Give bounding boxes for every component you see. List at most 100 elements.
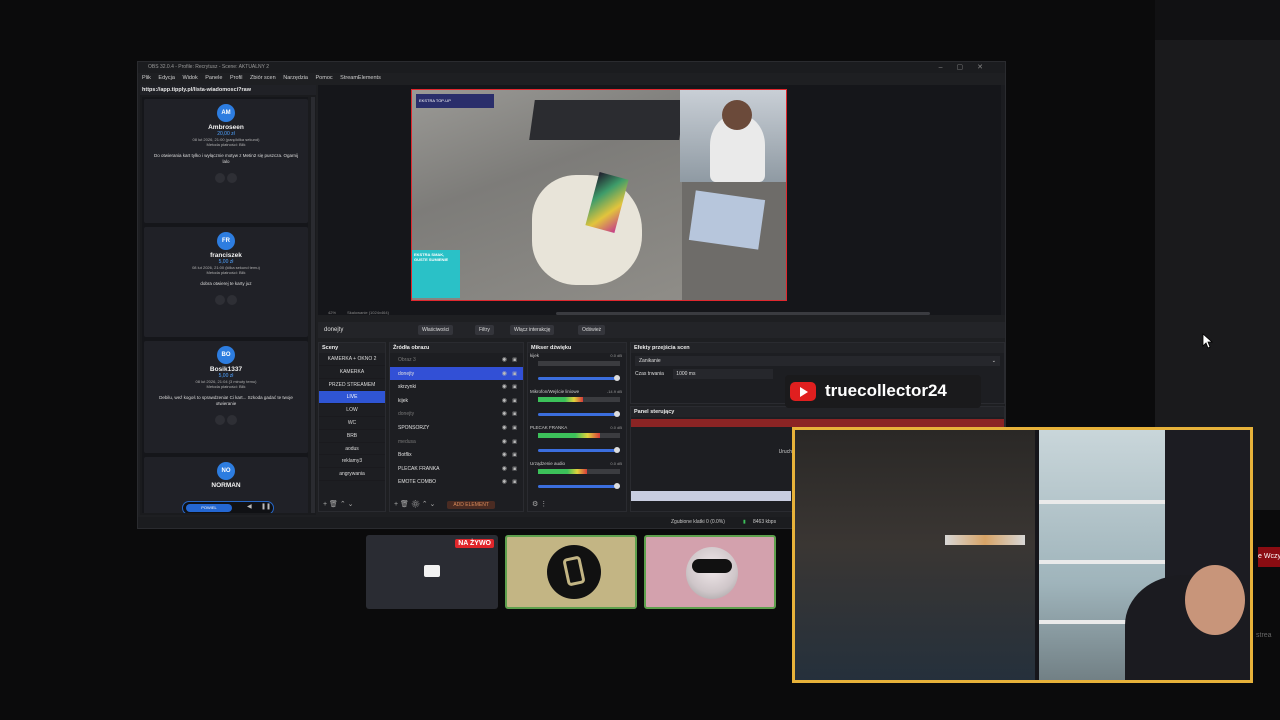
preview-hscrollbar[interactable]: [556, 312, 930, 315]
pause-icon[interactable]: ❚❚: [261, 503, 271, 510]
lock-icon[interactable]: ▣: [512, 380, 517, 394]
donation-message: Do otwierania kart tylko i wyłącznie mot…: [153, 153, 299, 164]
scene-thumbnail-face[interactable]: [644, 535, 776, 609]
filters-button[interactable]: Filtry: [475, 325, 494, 335]
menu-zbior-scen[interactable]: Zbiór scen: [250, 75, 276, 81]
duration-input[interactable]: 1000 ms: [673, 369, 774, 379]
scene-item[interactable]: aodus: [319, 443, 385, 456]
source-item[interactable]: kijek ◉ ▣: [390, 394, 523, 408]
delete-icon[interactable]: [227, 295, 237, 305]
menu-narzedzia[interactable]: Narzędzia: [283, 75, 308, 81]
source-item[interactable]: EMOTE COMBO ◉ ▣: [390, 475, 523, 489]
scene-thumbnail-phone[interactable]: [505, 535, 637, 609]
menu-profil[interactable]: Profil: [230, 75, 243, 81]
scene-item[interactable]: LOW: [319, 404, 385, 417]
window-controls[interactable]: –▢✕: [939, 62, 997, 73]
play-button[interactable]: POWIEL: [186, 504, 232, 512]
scene-item[interactable]: BRB: [319, 430, 385, 443]
replay-icon[interactable]: [215, 173, 225, 183]
lock-icon[interactable]: ▣: [512, 367, 517, 381]
source-item[interactable]: Obraz 3 ◉ ▣: [390, 353, 523, 367]
scene-thumbnail-live[interactable]: NA ŻYWO: [366, 535, 498, 609]
streamer-head: [1185, 565, 1245, 635]
card-actions: [144, 295, 308, 307]
meter-fill: [538, 397, 584, 402]
browser-dock: https://app.tipply.pl/lista-wiadomosci?r…: [140, 85, 316, 515]
scene-item[interactable]: KAMERKA: [319, 366, 385, 379]
lock-icon[interactable]: ▣: [512, 462, 517, 476]
scene-item[interactable]: PRZED STREAMEM: [319, 379, 385, 392]
sources-panel: Źródła obrazu Obraz 3 ◉ ▣ donejty ◉ ▣ skrzyn…: [389, 342, 524, 512]
source-label: medusa: [398, 438, 416, 445]
dock-scrollbar[interactable]: [311, 97, 315, 513]
eye-icon[interactable]: ◉: [502, 394, 507, 408]
start-button-label[interactable]: Uruch: [779, 449, 792, 455]
delete-icon[interactable]: [227, 415, 237, 425]
interact-button[interactable]: Włącz interakcję: [510, 325, 555, 335]
volume-slider[interactable]: [538, 413, 620, 416]
menu-pomoc[interactable]: Pomoc: [316, 75, 333, 81]
eye-icon[interactable]: ◉: [502, 421, 507, 435]
replay-icon[interactable]: [215, 415, 225, 425]
menu-widok[interactable]: Widok: [182, 75, 197, 81]
stream-button[interactable]: [631, 419, 1004, 427]
lock-icon[interactable]: ▣: [512, 475, 517, 489]
volume-knob[interactable]: [614, 483, 620, 489]
source-item[interactable]: PLECAK FRANKA ◉ ▣: [390, 462, 523, 476]
eye-icon[interactable]: ◉: [502, 380, 507, 394]
scene-item[interactable]: WC: [319, 417, 385, 430]
eye-icon[interactable]: ◉: [502, 448, 507, 462]
volume-knob[interactable]: [614, 447, 620, 453]
mixer-tools[interactable]: ⚙ ⋮: [528, 499, 626, 511]
donor-name: Bosik1337: [209, 366, 243, 373]
lock-icon[interactable]: ▣: [512, 435, 517, 449]
volume-knob[interactable]: [614, 411, 620, 417]
eye-icon[interactable]: ◉: [502, 367, 507, 381]
transition-select[interactable]: Zanikanie ⌄: [635, 356, 1000, 366]
scene-item[interactable]: angrywania: [319, 468, 385, 481]
stream-preview[interactable]: EKSTRA TOP-UP EKSTRA SMAK, GUSTE SUMIENI…: [411, 89, 787, 301]
refresh-button[interactable]: Odśwież: [578, 325, 606, 335]
volume-slider[interactable]: [538, 485, 620, 488]
donation-list[interactable]: AM Ambroseen 20,00 zł 08 lut 2026, 21:00…: [142, 97, 308, 513]
volume-knob[interactable]: [614, 375, 620, 381]
source-item-active[interactable]: donejty ◉ ▣: [390, 366, 523, 381]
audio-player[interactable]: POWIEL ◀ ❚❚: [182, 501, 274, 513]
delete-icon[interactable]: [227, 173, 237, 183]
volume-icon[interactable]: ◀: [247, 503, 252, 510]
lock-icon[interactable]: ▣: [512, 407, 517, 421]
menu-edycja[interactable]: Edycja: [158, 75, 175, 81]
eye-icon[interactable]: ◉: [502, 475, 507, 489]
glass-shelf: [1039, 500, 1165, 504]
replay-icon[interactable]: [215, 295, 225, 305]
channel-db: 0.0 dB: [610, 425, 622, 430]
zoom-level[interactable]: 42%: [328, 310, 336, 315]
scene-item-active[interactable]: LIVE: [319, 391, 385, 405]
eye-icon[interactable]: ◉: [502, 407, 507, 421]
menu-plik[interactable]: Plik: [142, 75, 151, 81]
source-item[interactable]: skrzynki ◉ ▣: [390, 380, 523, 394]
volume-slider[interactable]: [538, 449, 620, 452]
menu-streamelements[interactable]: StreamElements: [340, 75, 381, 81]
preview-scrollbar[interactable]: [1001, 85, 1005, 315]
source-item[interactable]: medusa ◉ ▣: [390, 435, 523, 449]
source-tools[interactable]: + 🗑 ⚙ ⌃ ⌄ ADD ELEMENT: [390, 499, 523, 511]
volume-slider[interactable]: [538, 377, 620, 380]
source-item[interactable]: Botflix ◉ ▣: [390, 448, 523, 462]
studio-mode-button[interactable]: [631, 491, 791, 501]
scene-item[interactable]: KAMERKA + OKNO 2: [319, 353, 385, 366]
menu-panele[interactable]: Panele: [205, 75, 222, 81]
add-element-button[interactable]: ADD ELEMENT: [447, 501, 495, 509]
eye-icon[interactable]: ◉: [502, 462, 507, 476]
lock-icon[interactable]: ▣: [512, 353, 517, 367]
lock-icon[interactable]: ▣: [512, 448, 517, 462]
source-item[interactable]: donejty ◉ ▣: [390, 407, 523, 421]
eye-icon[interactable]: ◉: [502, 435, 507, 449]
scene-item[interactable]: reklamy3: [319, 455, 385, 469]
properties-button[interactable]: Właściwości: [418, 325, 454, 335]
source-group[interactable]: SPONSORZY ◉ ▣: [390, 421, 523, 435]
lock-icon[interactable]: ▣: [512, 394, 517, 408]
lock-icon[interactable]: ▣: [512, 421, 517, 435]
eye-icon[interactable]: ◉: [502, 353, 507, 367]
scene-tools[interactable]: + 🗑 ⌃ ⌄: [319, 499, 385, 511]
